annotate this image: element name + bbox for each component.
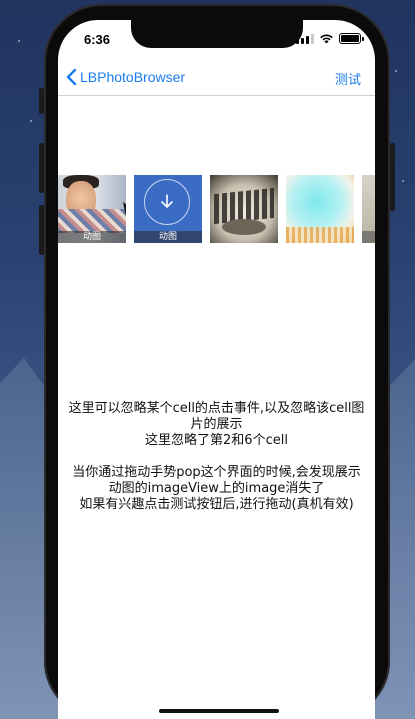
battery-icon [339, 33, 364, 44]
test-button[interactable]: 测试 [335, 69, 361, 88]
star [395, 70, 397, 72]
chevron-left-icon [66, 68, 77, 86]
mute-switch [39, 88, 44, 114]
notch [131, 20, 303, 48]
photo-cell-4[interactable] [286, 175, 354, 243]
description-line: 当你通过拖动手势pop这个界面的时候,会发现展示动图的imageView上的im… [72, 465, 361, 496]
star [30, 120, 32, 122]
gif-badge [362, 231, 375, 243]
power-button [390, 143, 395, 211]
back-button[interactable]: LBPhotoBrowser [66, 68, 185, 86]
navigation-bar: LBPhotoBrowser 测试 [58, 64, 375, 96]
description-line: 如果有兴趣点击测试按钮后,进行拖动(真机有效) [79, 497, 354, 512]
description-text: 这里可以忽略某个cell的点击事件,以及忽略该cell图片的展示 这里忽略了第2… [58, 401, 375, 513]
volume-down-button [39, 205, 44, 255]
photo-collection[interactable]: 动图 动图 [58, 175, 375, 243]
status-icons [296, 33, 364, 44]
phone-screen: 6:36 LBPhotoBrowser 测试 动图 动图 这里可以忽略某个cel… [58, 20, 375, 719]
photo-cell-5[interactable] [362, 175, 375, 243]
download-icon [144, 179, 190, 225]
gif-badge: 动图 [58, 231, 126, 243]
wifi-icon [320, 34, 333, 44]
photo-cell-2[interactable]: 动图 [134, 175, 202, 243]
star [18, 40, 20, 42]
star [402, 180, 404, 182]
photo-cell-1[interactable]: 动图 [58, 175, 126, 243]
home-indicator[interactable] [159, 709, 279, 713]
back-button-label: LBPhotoBrowser [80, 69, 186, 85]
volume-up-button [39, 143, 44, 193]
description-line: 这里可以忽略某个cell的点击事件,以及忽略该cell图片的展示 [68, 401, 365, 432]
status-time: 6:36 [84, 32, 111, 47]
cellular-signal-icon [296, 33, 314, 44]
photo-cell-3[interactable] [210, 175, 278, 243]
description-line: 这里忽略了第2和6个cell [145, 433, 288, 448]
gif-badge: 动图 [134, 231, 202, 243]
